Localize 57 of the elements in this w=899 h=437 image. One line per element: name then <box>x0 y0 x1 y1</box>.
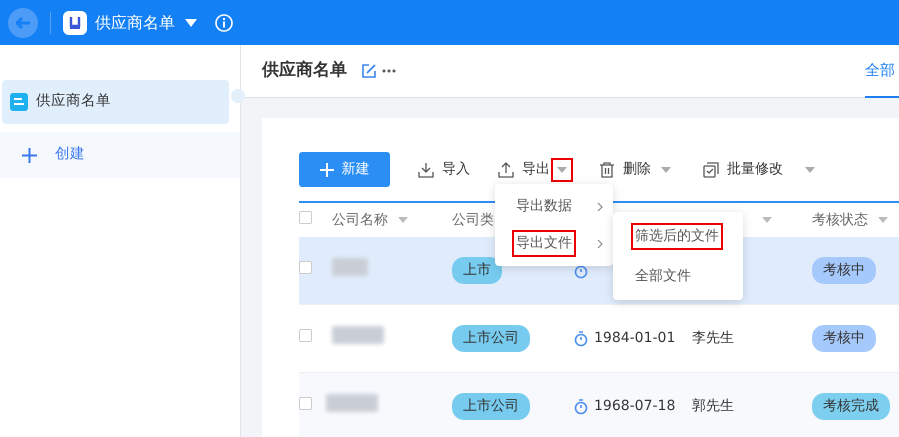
blurred-name <box>332 258 368 276</box>
stopwatch-icon <box>574 330 588 346</box>
back-arrow-icon <box>16 16 30 28</box>
download-icon <box>418 162 434 178</box>
blurred-name <box>326 394 378 412</box>
stopwatch-icon <box>574 398 588 414</box>
sort-caret-icon[interactable] <box>762 217 772 223</box>
contact-text: 李先生 <box>692 330 734 346</box>
app-title: 供应商名单 <box>95 12 175 34</box>
menu-item[interactable]: 全部文件 <box>613 256 743 296</box>
blurred-name <box>332 326 384 344</box>
status-tag: 考核中 <box>812 257 876 284</box>
more-icon[interactable] <box>382 69 396 73</box>
copy-check-icon <box>703 162 719 178</box>
caret-icon <box>805 166 815 173</box>
menu-item[interactable]: 导出数据 <box>495 188 613 225</box>
chevron-right-icon <box>597 202 603 212</box>
plus-icon <box>320 162 334 176</box>
toolbar-button[interactable]: 删除 <box>599 159 651 180</box>
toolbar-button[interactable]: 导出 <box>498 159 550 180</box>
toolbar-button[interactable]: 导入 <box>418 159 470 180</box>
column-header[interactable]: 公司名称 <box>332 210 388 230</box>
sidebar-item[interactable]: 供应商名单 <box>2 80 229 124</box>
contact-text: 郭先生 <box>692 398 734 414</box>
type-tag: 上市公司 <box>452 325 530 352</box>
caret-icon <box>661 166 671 173</box>
edit-icon[interactable] <box>362 64 376 78</box>
status-tag: 考核完成 <box>812 393 890 420</box>
column-header[interactable]: 公司类 <box>452 210 494 230</box>
chevron-right-icon <box>597 238 603 248</box>
list-icon <box>10 93 28 111</box>
toolbar-button[interactable]: 批量修改 <box>703 159 783 180</box>
status-tag: 考核中 <box>812 325 876 352</box>
create-item[interactable]: 创建 <box>0 132 240 178</box>
checkbox[interactable] <box>299 397 312 410</box>
sort-caret-icon[interactable] <box>398 217 408 223</box>
app-icon <box>63 10 87 34</box>
dropdown-caret[interactable] <box>553 160 571 180</box>
page-title: 供应商名单 <box>262 59 347 82</box>
dropdown-caret-icon[interactable] <box>185 18 197 26</box>
back-button[interactable] <box>8 8 38 38</box>
table-row[interactable]: 上市公司 1968-07-18 郭先生 考核完成 <box>299 373 899 437</box>
checkbox[interactable] <box>299 210 312 224</box>
checkbox[interactable] <box>299 261 312 274</box>
checkbox[interactable] <box>299 329 312 342</box>
type-tag: 上市 <box>452 257 502 284</box>
caret-icon <box>557 166 567 173</box>
collapse-handle[interactable] <box>231 89 245 103</box>
date-text: 1984-01-01 <box>594 329 676 348</box>
sort-caret-icon[interactable] <box>878 217 888 223</box>
plus-icon <box>22 148 37 162</box>
date-text: 1968-07-18 <box>594 397 676 416</box>
trash-icon <box>599 162 615 178</box>
column-header[interactable]: 考核状态 <box>812 210 868 230</box>
info-icon[interactable] <box>215 14 233 32</box>
type-tag: 上市公司 <box>452 393 530 420</box>
upload-icon <box>498 162 514 178</box>
